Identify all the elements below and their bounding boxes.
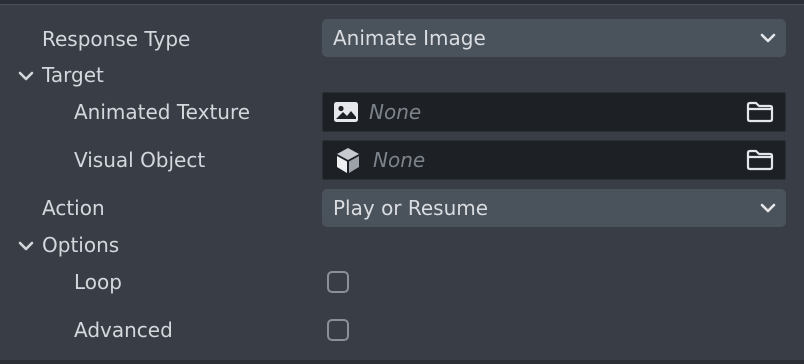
animated-texture-field[interactable]: None	[322, 92, 786, 132]
animated-texture-value: None	[369, 100, 422, 124]
response-type-label: Response Type	[42, 27, 191, 51]
image-icon	[323, 92, 369, 132]
visual-object-label: Visual Object	[74, 148, 206, 172]
visual-object-value: None	[373, 148, 426, 172]
response-type-dropdown[interactable]: Animate Image	[322, 19, 786, 57]
advanced-checkbox[interactable]	[327, 319, 349, 341]
folder-icon[interactable]	[735, 92, 785, 132]
cube-icon	[323, 140, 373, 180]
animated-texture-label: Animated Texture	[74, 100, 251, 124]
loop-checkbox[interactable]	[327, 271, 349, 293]
chevron-down-icon	[750, 189, 786, 227]
inspector-panel: Response Type Animate Image Target Anima…	[0, 0, 804, 364]
options-section-label[interactable]: Options	[42, 231, 119, 259]
chevron-down-icon	[750, 19, 786, 57]
top-divider	[0, 0, 804, 5]
action-dropdown[interactable]: Play or Resume	[322, 189, 786, 227]
target-expand-chevron-icon[interactable]	[17, 62, 35, 90]
loop-label: Loop	[74, 270, 122, 294]
action-label: Action	[42, 196, 105, 220]
response-type-value: Animate Image	[333, 26, 486, 50]
visual-object-field[interactable]: None	[322, 140, 786, 180]
advanced-label: Advanced	[74, 318, 173, 342]
action-value: Play or Resume	[333, 196, 489, 220]
options-expand-chevron-icon[interactable]	[17, 232, 35, 260]
target-section-label[interactable]: Target	[42, 61, 104, 89]
folder-icon[interactable]	[735, 140, 785, 180]
bottom-divider	[0, 360, 804, 364]
